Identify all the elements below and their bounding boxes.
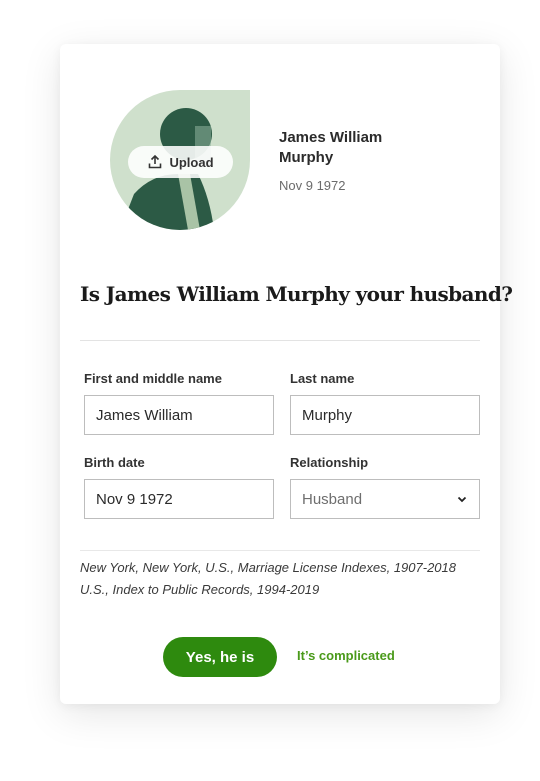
last-name-field[interactable]: Murphy	[290, 395, 480, 435]
person-name: James William Murphy	[279, 129, 383, 166]
birth-date-value: Nov 9 1972	[96, 490, 173, 508]
relationship-question: Is James William Murphy your husband?	[80, 282, 513, 306]
chevron-down-icon	[457, 496, 467, 503]
divider	[80, 340, 480, 341]
person-birth-date: Nov 9 1972	[279, 178, 346, 193]
relationship-select[interactable]: Husband	[290, 479, 480, 519]
last-name-value: Murphy	[302, 406, 353, 424]
upload-label: Upload	[169, 154, 214, 170]
first-name-label: First and middle name	[84, 371, 222, 386]
upload-icon	[149, 154, 162, 169]
relationship-label: Relationship	[290, 455, 369, 470]
source-record: New York, New York, U.S., Marriage Licen…	[80, 560, 456, 575]
relationship-value: Husband	[302, 490, 363, 508]
divider	[80, 550, 480, 551]
relationship-card: Upload James William Murphy Nov 9 1972 I…	[60, 44, 513, 704]
upload-button[interactable]: Upload	[128, 146, 233, 178]
source-record: U.S., Index to Public Records, 1994-2019	[80, 582, 320, 597]
its-complicated-link[interactable]: It’s complicated	[297, 648, 395, 663]
birth-date-field[interactable]: Nov 9 1972	[84, 479, 274, 519]
first-name-value: James William	[96, 406, 193, 424]
birth-date-label: Birth date	[84, 455, 145, 470]
profile-avatar[interactable]: Upload	[110, 90, 250, 230]
first-name-field[interactable]: James William	[84, 395, 274, 435]
confirm-button[interactable]: Yes, he is	[163, 637, 277, 677]
last-name-label: Last name	[290, 371, 355, 386]
